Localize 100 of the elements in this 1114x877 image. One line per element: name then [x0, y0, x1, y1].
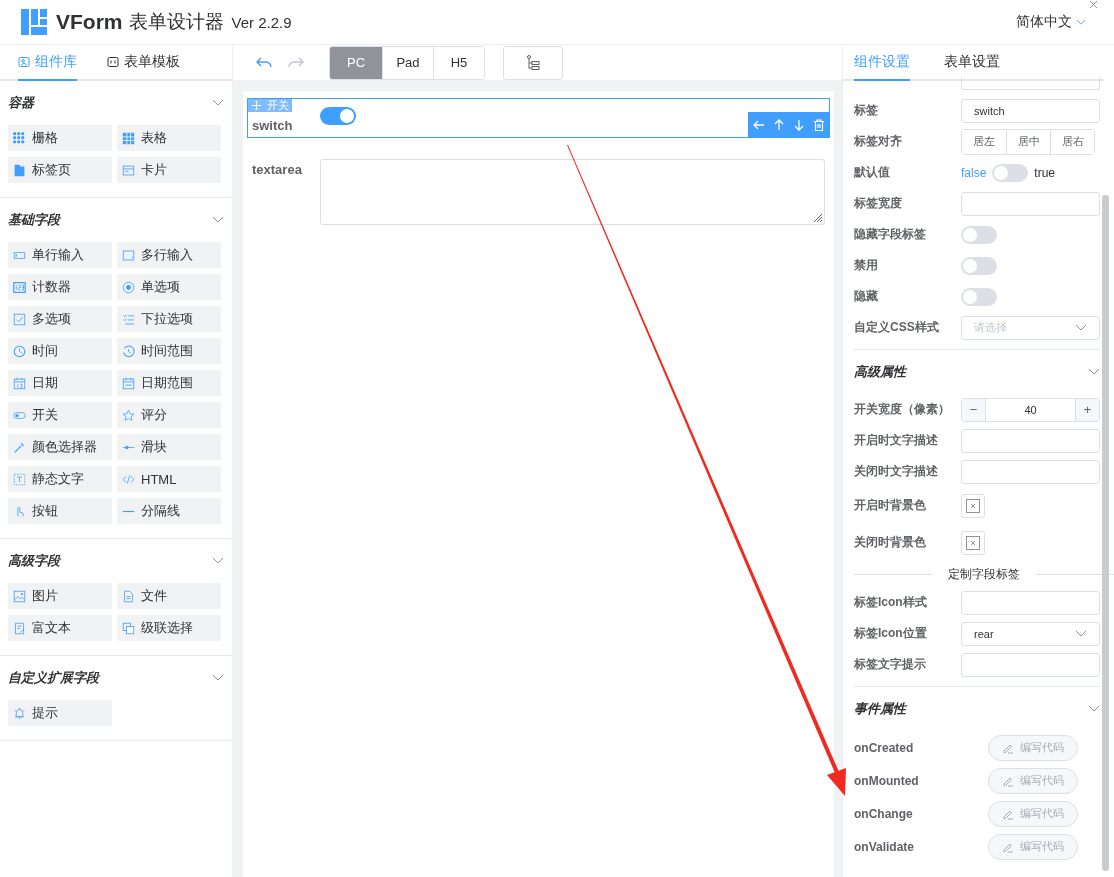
widget-item[interactable]: 文件 — [117, 583, 221, 609]
widget-item[interactable]: 按钮 — [8, 498, 112, 524]
toggle-switch[interactable] — [961, 287, 997, 306]
device-button[interactable]: H5 — [433, 46, 484, 79]
widget-item[interactable]: 单行输入 — [8, 242, 112, 268]
chevron-down-icon[interactable] — [212, 216, 224, 224]
chevron-down-icon[interactable] — [212, 557, 224, 565]
chevron-down-icon — [1076, 18, 1086, 26]
textarea-field[interactable] — [320, 159, 825, 225]
chevron-down-icon[interactable] — [1088, 368, 1100, 376]
field-label: 自定义CSS样式 — [854, 319, 940, 336]
input-field[interactable] — [961, 191, 1100, 216]
trash-icon[interactable] — [812, 118, 826, 132]
form-widget[interactable]: 开关 switch — [247, 98, 830, 138]
widget-item[interactable]: 日期 — [8, 370, 112, 396]
panel-tab[interactable]: 表单模板 — [107, 45, 180, 81]
panel-tab[interactable]: 表单设置 — [944, 45, 1000, 81]
input-field[interactable]: switch — [961, 98, 1100, 123]
chevron-down-icon[interactable] — [212, 99, 224, 107]
widget-item[interactable]: 级联选择 — [117, 615, 221, 641]
widget-item[interactable]: 分隔线 — [117, 498, 221, 524]
document-icon — [13, 621, 26, 635]
input-field[interactable] — [961, 652, 1100, 677]
number-input[interactable]: − 40 + — [961, 397, 1100, 422]
widget-item[interactable]: 富文本 — [8, 615, 112, 641]
widget-item[interactable]: 滑块 — [117, 434, 221, 460]
version-text: Ver 2.2.9 — [231, 13, 292, 31]
widget-item[interactable]: 表格 — [117, 125, 221, 151]
section-title: 事件属性 — [854, 700, 906, 718]
close-icon[interactable] — [1089, 0, 1098, 9]
star-icon — [122, 408, 135, 422]
toggle-switch[interactable] — [961, 256, 997, 275]
group-title: 基础字段 — [8, 211, 60, 229]
field-label: 标签宽度 — [854, 195, 903, 212]
chevron-down-icon[interactable] — [212, 674, 224, 682]
pipette-icon — [13, 440, 26, 454]
widget-item[interactable]: 标签页 — [8, 157, 112, 183]
widget-item[interactable]: HTML — [117, 466, 221, 492]
arrow-up-icon[interactable] — [772, 118, 786, 132]
group-title: 自定义扩展字段 — [8, 669, 99, 687]
clock-icon — [122, 344, 135, 358]
arrow-down-icon[interactable] — [792, 118, 806, 132]
input-field[interactable] — [961, 590, 1100, 615]
tree-icon — [526, 54, 540, 71]
group-title: 高级字段 — [8, 552, 60, 570]
switch-off-text: false — [961, 165, 987, 180]
widget-item[interactable]: 多选项 — [8, 306, 112, 332]
widget-item[interactable]: 卡片 — [117, 157, 221, 183]
widget-item[interactable]: 多行输入 — [117, 242, 221, 268]
input-field[interactable] — [961, 77, 1100, 90]
input-field[interactable] — [961, 428, 1100, 453]
field-label: 关闭时背景色 — [854, 534, 927, 551]
event-label: onCreated — [854, 740, 915, 755]
bell-icon — [13, 706, 26, 720]
tree-view-button[interactable] — [503, 45, 563, 80]
increment-button[interactable]: + — [1075, 398, 1099, 421]
chevron-down-icon[interactable] — [1088, 705, 1100, 713]
toggle-switch[interactable] — [320, 107, 356, 125]
resize-grip-icon[interactable] — [811, 211, 823, 223]
align-option[interactable]: 居右 — [1050, 129, 1094, 154]
widget-item[interactable]: 计数器 — [8, 274, 112, 300]
section-title: 高级属性 — [854, 363, 906, 381]
widget-item[interactable]: 评分 — [117, 402, 221, 428]
widget-item[interactable]: 栅格 — [8, 125, 112, 151]
arrow-left-icon[interactable] — [752, 118, 766, 132]
field-label: 开启时文字描述 — [854, 432, 939, 449]
widget-item[interactable]: 日期范围 — [117, 370, 221, 396]
field-label: 隐藏字段标签 — [854, 226, 927, 243]
chevron-down-icon — [1075, 323, 1087, 332]
scrollbar[interactable] — [1102, 195, 1109, 871]
language-dropdown[interactable]: 简体中文 — [1016, 13, 1086, 31]
table-icon — [122, 131, 135, 145]
select-field[interactable]: rear — [961, 621, 1100, 646]
color-picker[interactable] — [961, 493, 985, 518]
widget-item[interactable]: 下拉选项 — [117, 306, 221, 332]
field-label: 标签Icon样式 — [854, 594, 928, 611]
event-label: onChange — [854, 806, 914, 821]
field-label: 标签 — [854, 102, 879, 119]
widget-item[interactable]: 时间 — [8, 338, 112, 364]
decrement-button[interactable]: − — [962, 398, 986, 421]
field-label: 禁用 — [854, 257, 879, 274]
radio-icon — [122, 280, 135, 294]
switch-on-text: true — [1034, 165, 1056, 180]
widget-item[interactable]: 图片 — [8, 583, 112, 609]
form-widget[interactable]: textarea — [247, 154, 830, 230]
layers-icon — [122, 621, 135, 635]
widget-item[interactable]: 单选项 — [117, 274, 221, 300]
widget-item[interactable]: 提示 — [8, 700, 112, 726]
widget-item[interactable]: 颜色选择器 — [8, 434, 112, 460]
widget-item[interactable]: 时间范围 — [117, 338, 221, 364]
divider-title: 定制字段标签 — [948, 565, 1020, 583]
counter-icon — [13, 280, 26, 294]
widget-item[interactable]: 开关 — [8, 402, 112, 428]
color-picker[interactable] — [961, 530, 985, 555]
widget-item[interactable]: 静态文字 — [8, 466, 112, 492]
input-field[interactable] — [961, 459, 1100, 484]
toggle-switch[interactable] — [961, 225, 997, 244]
field-label: 标签文字提示 — [854, 656, 927, 673]
toggle-switch[interactable] — [992, 163, 1029, 182]
logo-icon — [20, 8, 48, 36]
